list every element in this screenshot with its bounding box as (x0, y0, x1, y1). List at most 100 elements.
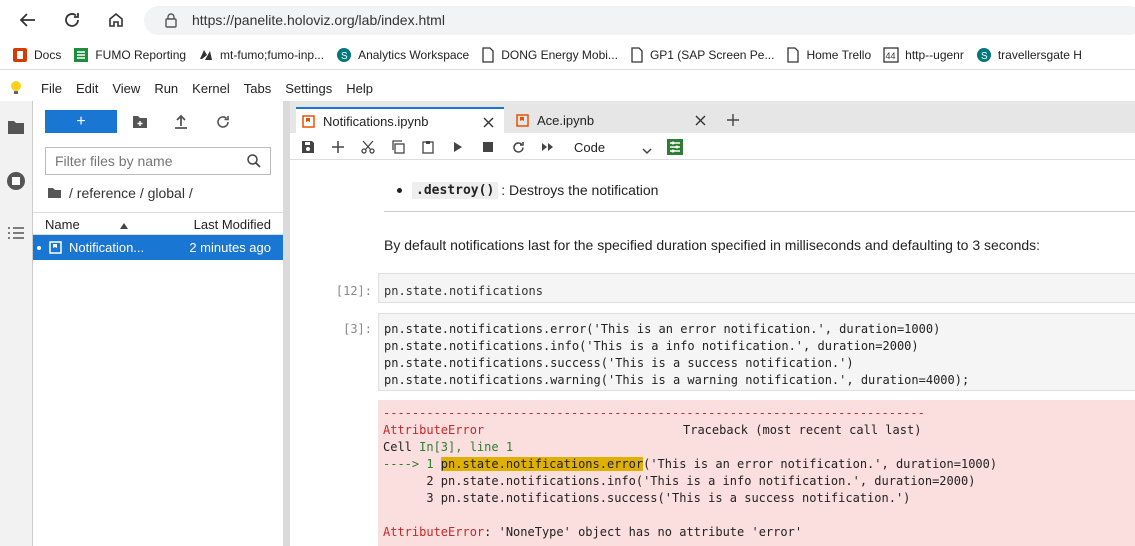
add-tab-icon[interactable] (722, 107, 744, 133)
close-tab-icon[interactable] (483, 116, 494, 131)
insert-cell-icon[interactable] (329, 138, 347, 156)
notebook-icon (49, 241, 62, 257)
property-inspector-icon[interactable] (666, 138, 684, 156)
table-of-contents-icon[interactable] (7, 225, 25, 244)
tab-label: Ace.ipynb (537, 112, 595, 128)
cut-icon[interactable] (359, 138, 377, 156)
left-sidebar-rail (0, 101, 33, 546)
file-list-header: Name Last Modified (33, 212, 283, 235)
new-launcher-button[interactable]: + (45, 110, 117, 133)
44-icon: 44 (883, 46, 899, 63)
copy-icon[interactable] (389, 138, 407, 156)
bookmark-ugenr[interactable]: 44 http--ugenr (883, 46, 964, 63)
menu-kernel[interactable]: Kernel (192, 81, 230, 96)
bookmark-dong-energy[interactable]: DONG Energy Mobi... (481, 46, 618, 63)
column-modified-header[interactable]: Last Modified (194, 217, 271, 232)
running-dot-icon (37, 246, 41, 250)
bookmark-analytics-workspace[interactable]: S Analytics Workspace (336, 47, 469, 63)
markdown-divider (384, 211, 1135, 212)
breadcrumb-path[interactable]: / reference / global / (69, 185, 193, 201)
filter-files-input[interactable] (55, 153, 235, 169)
column-name-header[interactable]: Name (45, 217, 80, 232)
file-name: Notification... (69, 240, 145, 255)
browser-toolbar: https://panelite.holoviz.org/lab/index.h… (0, 0, 1135, 40)
document-tab-bar: Notifications.ipynb Ace.ipynb (290, 101, 1135, 133)
sharepoint-icon: S (976, 47, 991, 62)
menu-help[interactable]: Help (346, 81, 373, 96)
bookmark-travellersgate[interactable]: S travellersgate H (976, 47, 1082, 63)
tab-notifications[interactable]: Notifications.ipynb (296, 107, 504, 133)
paste-icon[interactable] (419, 138, 437, 156)
filter-files-field[interactable] (45, 147, 271, 175)
bookmark-fumo-reporting[interactable]: FUMO Reporting (73, 47, 186, 63)
code-line: pn.state.notifications.info('This is a i… (384, 339, 919, 353)
error-output: ----------------------------------------… (378, 400, 1135, 546)
save-icon[interactable] (299, 138, 317, 156)
traceback-label: Traceback (most recent call last) (683, 423, 922, 437)
office-icon (13, 47, 27, 62)
markdown-paragraph: By default notifications last for the sp… (384, 237, 1041, 253)
error-cell-ref: Cell In[3], line 1 (383, 440, 514, 454)
menu-settings[interactable]: Settings (285, 81, 332, 96)
error-dashes: ----------------------------------------… (383, 406, 925, 420)
file-row[interactable]: Notification... 2 minutes ago (33, 235, 283, 260)
code-cell[interactable]: pn.state.notifications (378, 273, 1135, 303)
page-icon (787, 46, 800, 63)
running-kernels-icon[interactable] (6, 171, 26, 194)
bookmarks-bar: Docs FUMO Reporting mt-fumo;fumo-inp... … (0, 40, 1135, 70)
menu-tabs[interactable]: Tabs (244, 81, 271, 96)
address-bar[interactable]: https://panelite.holoviz.org/lab/index.h… (144, 6, 1135, 35)
code-line: pn.state.notifications (384, 284, 543, 298)
breadcrumb-folder-icon[interactable] (47, 187, 62, 199)
traceback-line-1: ----> 1 pn.state.notifications.error('Th… (383, 457, 998, 471)
code-line: pn.state.notifications.success('This is … (384, 356, 854, 370)
cell-type-select[interactable]: Code (574, 137, 652, 157)
azure-icon (200, 49, 213, 60)
sheet-icon (74, 47, 89, 62)
home-icon[interactable] (102, 6, 130, 34)
new-folder-icon[interactable] (131, 113, 149, 131)
lock-icon (164, 12, 178, 31)
run-icon[interactable] (449, 138, 467, 156)
sort-caret-icon (119, 218, 129, 233)
restart-icon[interactable] (509, 138, 527, 156)
menu-view[interactable]: View (112, 81, 140, 96)
fast-forward-icon[interactable] (539, 138, 557, 156)
panel-splitter[interactable] (283, 101, 290, 546)
error-header: AttributeError Traceback (most recent cal… (383, 422, 1135, 439)
bookmark-home-trello[interactable]: Home Trello (786, 46, 871, 63)
search-icon (247, 154, 261, 171)
close-tab-icon[interactable] (695, 114, 706, 129)
menu-run[interactable]: Run (154, 81, 178, 96)
reload-icon[interactable] (58, 6, 86, 34)
bullet-dot (397, 187, 402, 193)
code-line: pn.state.notifications.error('This is an… (384, 322, 941, 336)
sharepoint-icon: S (337, 47, 352, 62)
cell-prompt: [12]: (335, 284, 372, 298)
cell-prompt: [3]: (343, 322, 372, 336)
chevron-down-icon (642, 143, 652, 158)
upload-icon[interactable] (172, 113, 190, 131)
menu-file[interactable]: File (41, 81, 62, 96)
bookmark-mt-fumo[interactable]: mt-fumo;fumo-inp... (198, 47, 324, 63)
menu-edit[interactable]: Edit (76, 81, 98, 96)
stop-icon[interactable] (479, 138, 497, 156)
notebook-toolbar: Code (290, 133, 1135, 160)
bookmark-gp1[interactable]: GP1 (SAP Screen Pe... (630, 46, 774, 63)
svg-text:44: 44 (886, 51, 896, 61)
jupyter-logo-icon (9, 80, 23, 96)
bookmark-docs[interactable]: Docs (12, 47, 61, 63)
code-cell[interactable]: pn.state.notifications.error('This is an… (378, 313, 1135, 391)
markdown-bullet: .destroy() : Destroys the notification (397, 179, 658, 201)
back-icon[interactable] (14, 6, 42, 34)
error-name: AttributeError (383, 423, 485, 437)
refresh-icon[interactable] (214, 113, 232, 131)
error-message: AttributeError: 'NoneType' object has no… (383, 525, 803, 539)
inline-code: .destroy() (412, 181, 499, 199)
folder-icon[interactable] (7, 119, 25, 138)
tab-ace[interactable]: Ace.ipynb (506, 107, 716, 133)
tab-label: Notifications.ipynb (323, 113, 429, 129)
code-line: pn.state.notifications.warning('This is … (384, 373, 970, 387)
cell-type-value: Code (574, 139, 606, 155)
